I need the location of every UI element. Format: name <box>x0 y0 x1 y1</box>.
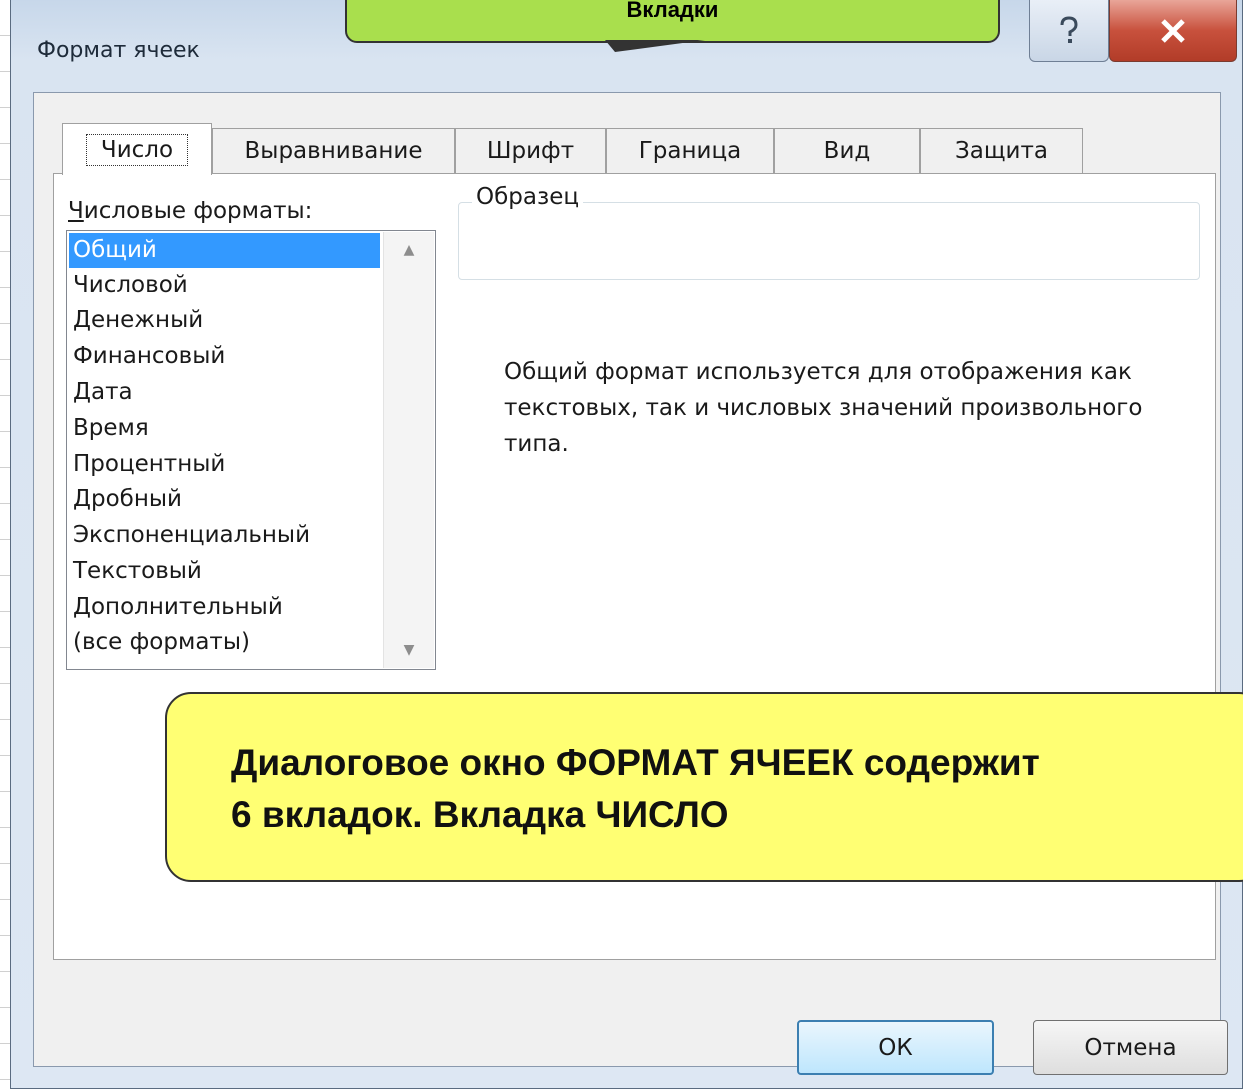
list-item[interactable]: Числовой <box>69 268 188 303</box>
tab-protection-label: Защита <box>955 138 1048 164</box>
help-button[interactable] <box>1029 0 1109 62</box>
list-item[interactable]: (все форматы) <box>69 625 250 660</box>
tab-fill[interactable]: Вид <box>774 128 920 173</box>
list-item[interactable]: Текстовый <box>69 554 202 589</box>
list-item[interactable]: Финансовый <box>69 339 225 374</box>
tabs-callout-pointer <box>605 40 705 52</box>
format-cells-dialog: Формат ячеек Число Выравнивание Шрифт Гр… <box>10 0 1243 1089</box>
tab-alignment[interactable]: Выравнивание <box>212 128 455 173</box>
sample-label: Образец <box>472 184 584 210</box>
list-item[interactable]: Экспоненциальный <box>69 518 310 553</box>
dialog-title: Формат ячеек <box>37 38 200 63</box>
tab-font[interactable]: Шрифт <box>455 128 606 173</box>
list-item[interactable]: Время <box>69 411 149 446</box>
tab-font-label: Шрифт <box>486 138 575 164</box>
list-item[interactable]: Общий <box>69 233 380 268</box>
number-formats-scrollbar[interactable]: ▲ ▼ <box>383 232 434 668</box>
help-icon <box>1060 15 1078 43</box>
number-formats-label-text: исловые форматы: <box>83 198 313 224</box>
number-formats-label-accesskey: Ч <box>68 198 84 224</box>
list-item[interactable]: Дополнительный <box>69 590 283 625</box>
info-callout-line1: Диалоговое окно ФОРМАТ ЯЧЕЕК содержит <box>231 742 1040 783</box>
tab-protection[interactable]: Защита <box>920 128 1083 173</box>
close-icon <box>1161 18 1185 43</box>
tab-border[interactable]: Граница <box>606 128 774 173</box>
cancel-button[interactable]: Отмена <box>1033 1020 1228 1075</box>
list-item[interactable]: Дата <box>69 375 133 410</box>
list-item[interactable]: Денежный <box>69 303 203 338</box>
info-callout: Диалоговое окно ФОРМАТ ЯЧЕЕК содержит 6 … <box>165 692 1243 882</box>
tab-fill-label: Вид <box>823 138 871 164</box>
sample-groupbox <box>458 202 1200 280</box>
list-item[interactable]: Дробный <box>69 482 182 517</box>
info-callout-line2: 6 вкладок. Вкладка ЧИСЛО <box>231 794 729 835</box>
tab-border-label: Граница <box>638 138 742 164</box>
dialog-client-area: Число Выравнивание Шрифт Граница Вид Защ… <box>33 92 1228 1075</box>
tabs-callout: Вкладки <box>345 0 1000 43</box>
list-item[interactable]: Процентный <box>69 447 225 482</box>
scroll-down-arrow-icon[interactable]: ▼ <box>384 642 434 658</box>
tabs-callout-text: Вкладки <box>626 0 719 22</box>
number-formats-label: Числовые форматы: <box>68 198 312 224</box>
close-button[interactable] <box>1109 0 1237 62</box>
scroll-up-arrow-icon[interactable]: ▲ <box>384 242 434 258</box>
format-description: Общий формат используется для отображени… <box>504 359 1143 457</box>
tab-alignment-label: Выравнивание <box>244 138 423 164</box>
tab-number[interactable]: Число <box>62 123 212 175</box>
number-formats-list[interactable]: Общий Числовой Денежный Финансовый Дата … <box>66 230 436 670</box>
tab-number-label: Число <box>85 133 189 166</box>
ok-button[interactable]: ОК <box>797 1020 994 1075</box>
